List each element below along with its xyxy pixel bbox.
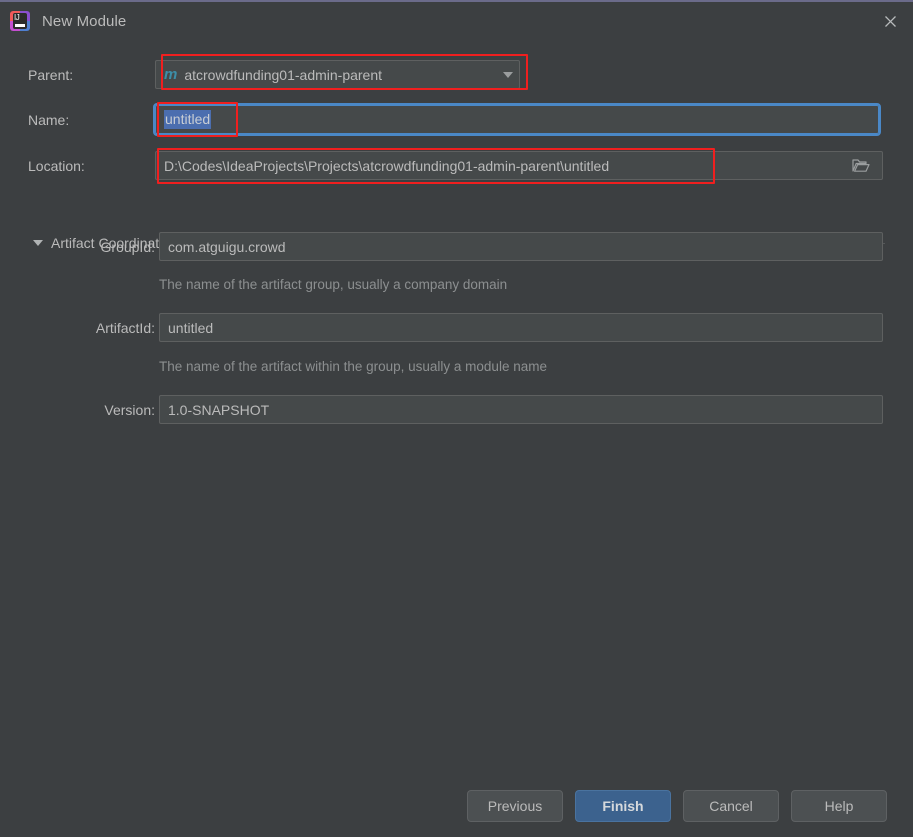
browse-folder-button[interactable] (839, 151, 883, 180)
cancel-button[interactable]: Cancel (683, 790, 779, 822)
groupid-row: GroupId: com.atguigu.crowd (28, 232, 886, 261)
chevron-down-icon[interactable] (503, 71, 513, 78)
parent-row: Parent: m atcrowdfunding01-admin-parent (28, 60, 528, 89)
location-row: Location: D:\Codes\IdeaProjects\Projects… (28, 151, 886, 180)
name-input[interactable]: untitled (153, 103, 881, 136)
name-input-value: untitled (164, 110, 212, 129)
parent-value: atcrowdfunding01-admin-parent (184, 66, 383, 83)
new-module-dialog: IJ New Module Parent: m atcrowdfunding01… (0, 0, 913, 837)
location-label: Location: (28, 157, 85, 174)
groupid-input-value: com.atguigu.crowd (168, 238, 286, 255)
groupid-label: GroupId: (100, 238, 155, 255)
close-icon[interactable] (867, 2, 913, 40)
dialog-content: Parent: m atcrowdfunding01-admin-parent … (0, 40, 913, 837)
name-label: Name: (28, 111, 70, 128)
artifactid-row: ArtifactId: untitled (28, 313, 886, 342)
artifactid-label: ArtifactId: (95, 319, 155, 336)
parent-label: Parent: (28, 66, 74, 83)
version-input-value: 1.0-SNAPSHOT (168, 401, 270, 418)
intellij-idea-icon: IJ (10, 11, 30, 31)
artifactid-input[interactable]: untitled (159, 313, 883, 342)
dialog-title: New Module (42, 12, 127, 30)
version-label: Version: (104, 401, 155, 418)
name-row: Name: untitled (28, 103, 886, 136)
folder-icon (851, 159, 870, 172)
version-input[interactable]: 1.0-SNAPSHOT (159, 395, 883, 424)
dialog-footer: Previous Finish Cancel Help (0, 775, 913, 837)
groupid-input[interactable]: com.atguigu.crowd (159, 232, 883, 261)
maven-icon: m (164, 66, 178, 83)
finish-button[interactable]: Finish (575, 790, 671, 822)
version-row: Version: 1.0-SNAPSHOT (28, 395, 886, 424)
groupid-hint: The name of the artifact group, usually … (159, 277, 508, 292)
parent-combobox[interactable]: m atcrowdfunding01-admin-parent (155, 60, 520, 89)
dialog-titlebar: IJ New Module (0, 2, 913, 40)
location-input[interactable]: D:\Codes\IdeaProjects\Projects\atcrowdfu… (155, 151, 839, 180)
artifactid-hint: The name of the artifact within the grou… (159, 359, 547, 374)
previous-button[interactable]: Previous (467, 790, 563, 822)
location-input-value: D:\Codes\IdeaProjects\Projects\atcrowdfu… (164, 157, 610, 174)
artifactid-input-value: untitled (168, 319, 214, 336)
help-button[interactable]: Help (791, 790, 887, 822)
